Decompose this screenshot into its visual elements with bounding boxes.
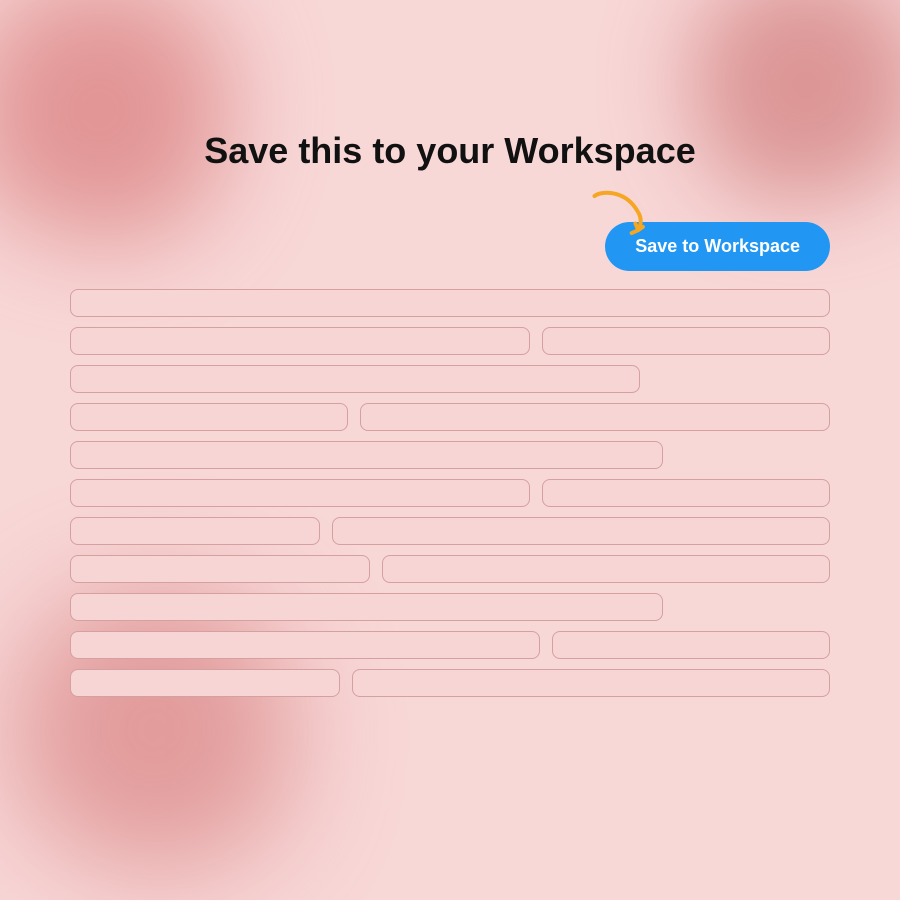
button-area: Save to Workspace bbox=[70, 222, 830, 271]
placeholder-block bbox=[352, 669, 830, 697]
placeholder-block bbox=[70, 669, 340, 697]
arrow-icon bbox=[580, 187, 650, 260]
placeholder-row-2 bbox=[70, 327, 830, 355]
placeholder-block bbox=[542, 479, 830, 507]
placeholder-row-6 bbox=[70, 479, 830, 507]
placeholder-block bbox=[70, 327, 530, 355]
background: Save this to your Workspace Save to Work… bbox=[0, 0, 900, 900]
placeholder-block bbox=[70, 631, 540, 659]
placeholder-block bbox=[70, 289, 830, 317]
content-area bbox=[70, 289, 830, 697]
placeholder-row-3 bbox=[70, 365, 830, 393]
page-title: Save this to your Workspace bbox=[204, 130, 696, 172]
placeholder-row-11 bbox=[70, 669, 830, 697]
placeholder-row-4 bbox=[70, 403, 830, 431]
placeholder-block bbox=[70, 593, 663, 621]
bg-blob-top-left bbox=[0, 0, 230, 240]
placeholder-block bbox=[70, 479, 530, 507]
placeholder-block bbox=[542, 327, 830, 355]
placeholder-row-1 bbox=[70, 289, 830, 317]
placeholder-block bbox=[70, 441, 663, 469]
placeholder-block bbox=[70, 517, 320, 545]
placeholder-row-8 bbox=[70, 555, 830, 583]
placeholder-block bbox=[382, 555, 830, 583]
placeholder-row-9 bbox=[70, 593, 830, 621]
placeholder-block bbox=[332, 517, 830, 545]
placeholder-row-5 bbox=[70, 441, 830, 469]
bg-blob-top-right bbox=[690, 0, 900, 200]
placeholder-row-10 bbox=[70, 631, 830, 659]
placeholder-block bbox=[360, 403, 830, 431]
placeholder-block bbox=[552, 631, 830, 659]
placeholder-block bbox=[70, 555, 370, 583]
placeholder-block bbox=[70, 403, 348, 431]
placeholder-row-7 bbox=[70, 517, 830, 545]
placeholder-block bbox=[70, 365, 640, 393]
